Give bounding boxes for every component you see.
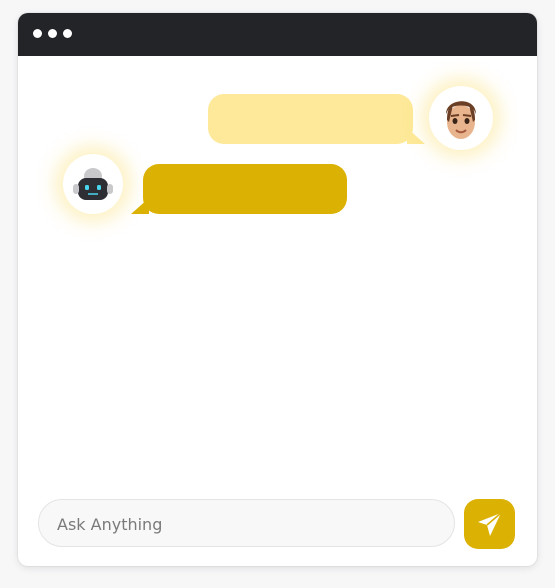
send-button[interactable] [464,499,515,549]
window-dot-3 [63,29,72,38]
send-paper-plane-icon [478,512,502,536]
user-message-bubble [208,94,425,144]
message-input[interactable] [55,500,439,548]
user-avatar [429,86,493,150]
message-input-wrapper [38,499,455,548]
bot-avatar [63,154,123,214]
user-memoji-icon [446,101,476,139]
chat-window [18,13,537,566]
robot-icon [73,168,113,200]
window-dot-2 [48,29,57,38]
window-titlebar [18,13,537,56]
bot-message-bubble [131,164,347,214]
window-dot-1 [33,29,42,38]
